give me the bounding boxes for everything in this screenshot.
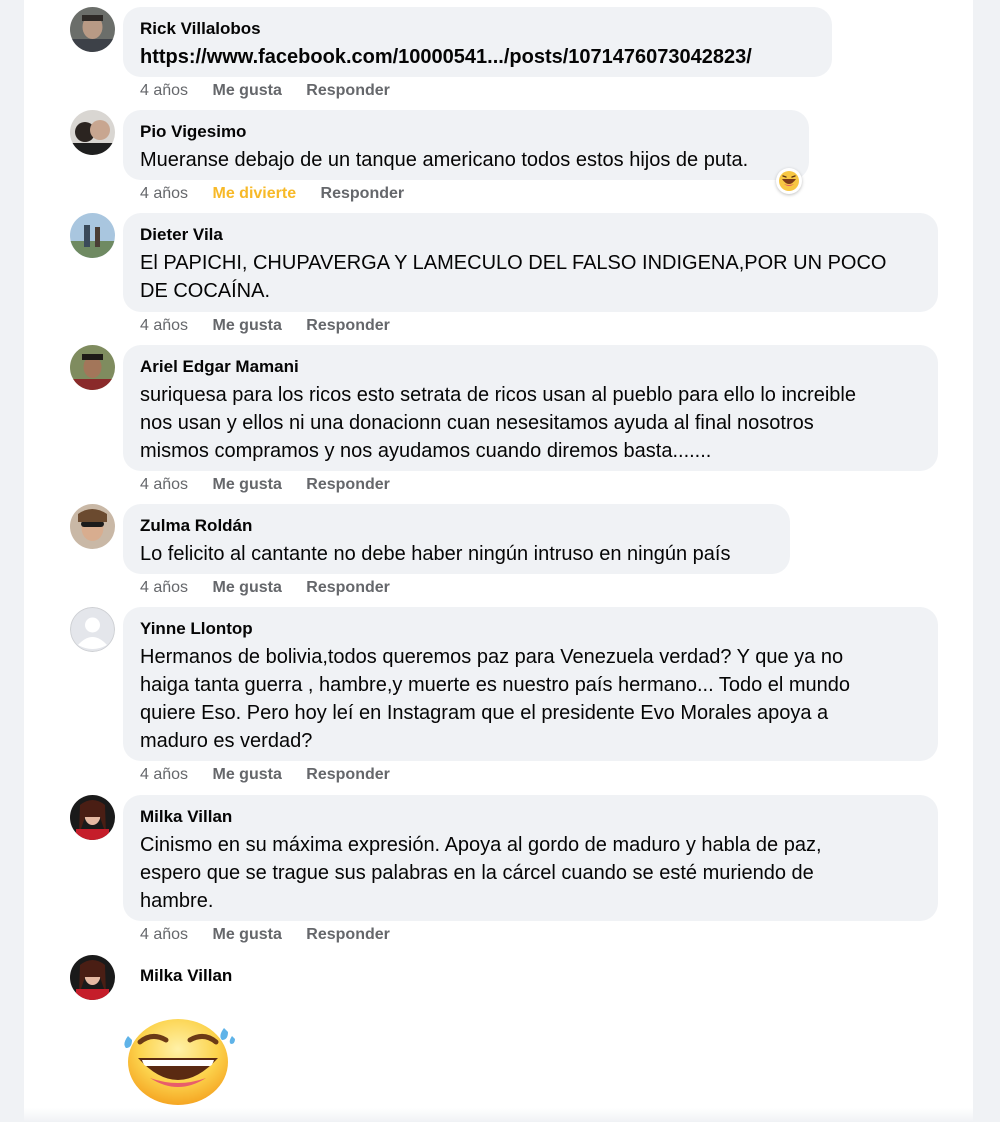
comment-author[interactable]: Yinne Llontop [140, 618, 921, 639]
default-avatar-icon[interactable] [70, 607, 115, 652]
reply-button[interactable]: Responder [306, 316, 390, 336]
comment-time[interactable]: 4 años [140, 184, 188, 204]
comment-text-line: nos usan y ellos ni una donacionn cuan n… [140, 412, 814, 434]
like-button[interactable]: Me divierte [213, 184, 297, 204]
reply-button[interactable]: Responder [306, 475, 390, 495]
like-button[interactable]: Me gusta [213, 765, 282, 785]
comment-author[interactable]: Milka Villan [140, 806, 921, 827]
panel-bottom-edge [24, 1108, 973, 1122]
comment-time[interactable]: 4 años [140, 765, 188, 785]
comment-text-line: El PAPICHI, CHUPAVERGA Y LAMECULO DEL FA… [140, 252, 887, 274]
like-button[interactable]: Me gusta [213, 475, 282, 495]
comment-time[interactable]: 4 años [140, 925, 188, 945]
comment-text-line: mismos compramos y nos ayudamos cuando d… [140, 440, 712, 462]
comment-actions: 4 años Me gusta Responder [140, 578, 390, 598]
comment-time[interactable]: 4 años [140, 475, 188, 495]
comment-text-line: quiere Eso. Pero hoy leí en Instagram qu… [140, 702, 829, 724]
avatar[interactable] [70, 795, 115, 840]
comment-actions: 4 años Me gusta Responder [140, 81, 390, 101]
reply-button[interactable]: Responder [306, 578, 390, 598]
reply-button[interactable]: Responder [306, 765, 390, 785]
comment-actions: 4 años Me gusta Responder [140, 475, 390, 495]
comment-bubble: Zulma Roldán Lo felicito al cantante no … [123, 504, 790, 574]
comment-author[interactable]: Pio Vigesimo [140, 121, 792, 142]
comment-actions: 4 años Me divierte Responder [140, 184, 404, 204]
comment-actions: 4 años Me gusta Responder [140, 765, 390, 785]
avatar[interactable] [70, 110, 115, 155]
comment-author[interactable]: Milka Villan [140, 965, 306, 986]
comment-text-line: suriquesa para los ricos esto setrata de… [140, 384, 856, 406]
comment-time[interactable]: 4 años [140, 578, 188, 598]
comment-text-line: DE COCAÍNA. [140, 280, 271, 302]
avatar[interactable] [70, 955, 115, 1000]
like-button[interactable]: Me gusta [213, 81, 282, 101]
comment-bubble: Ariel Edgar Mamani suriquesa para los ri… [123, 345, 938, 471]
like-button[interactable]: Me gusta [213, 578, 282, 598]
comments-panel: Rick Villalobos https://www.facebook.com… [24, 0, 973, 1122]
reaction-badge[interactable] [776, 168, 802, 194]
haha-icon [779, 171, 799, 191]
avatar[interactable] [70, 504, 115, 549]
comment-author[interactable]: Dieter Vila [140, 224, 921, 245]
comment-bubble: Pio Vigesimo Mueranse debajo de un tanqu… [123, 110, 809, 180]
comment-text-line: maduro es verdad? [140, 730, 313, 752]
comment-author[interactable]: Ariel Edgar Mamani [140, 356, 921, 377]
comment-bubble: Rick Villalobos https://www.facebook.com… [123, 7, 832, 77]
comment-text: Mueranse debajo de un tanque americano t… [140, 149, 749, 171]
comment-bubble: Dieter Vila El PAPICHI, CHUPAVERGA Y LAM… [123, 213, 938, 312]
comment-bubble: Milka Villan [123, 955, 323, 995]
comment-text: Lo felicito al cantante no debe haber ni… [140, 543, 731, 565]
comment-link[interactable]: https://www.facebook.com/10000541.../pos… [140, 43, 815, 71]
comment-time[interactable]: 4 años [140, 81, 188, 101]
comment-text-line: espero que se trague sus palabras en la … [140, 862, 814, 884]
avatar[interactable] [70, 213, 115, 258]
comment-actions: 4 años Me gusta Responder [140, 925, 390, 945]
avatar[interactable] [70, 345, 115, 390]
reply-button[interactable]: Responder [306, 81, 390, 101]
comment-text-line: haiga tanta guerra , hambre,y muerte es … [140, 674, 851, 696]
comment-time[interactable]: 4 años [140, 316, 188, 336]
avatar[interactable] [70, 7, 115, 52]
sticker[interactable] [120, 1014, 240, 1111]
comment-actions: 4 años Me gusta Responder [140, 316, 390, 336]
like-button[interactable]: Me gusta [213, 925, 282, 945]
like-button[interactable]: Me gusta [213, 316, 282, 336]
comment-text-line: Cinismo en su máxima expresión. Apoya al… [140, 834, 822, 856]
comment-bubble: Yinne Llontop Hermanos de bolivia,todos … [123, 607, 938, 761]
comment-text-line: Hermanos de bolivia,todos queremos paz p… [140, 646, 844, 668]
laughing-tears-icon [124, 1019, 235, 1105]
comment-text-line: hambre. [140, 890, 214, 912]
comment-bubble: Milka Villan Cinismo en su máxima expres… [123, 795, 938, 921]
comment-author[interactable]: Rick Villalobos [140, 18, 815, 39]
reply-button[interactable]: Responder [321, 184, 405, 204]
reply-button[interactable]: Responder [306, 925, 390, 945]
comment-author[interactable]: Zulma Roldán [140, 515, 773, 536]
